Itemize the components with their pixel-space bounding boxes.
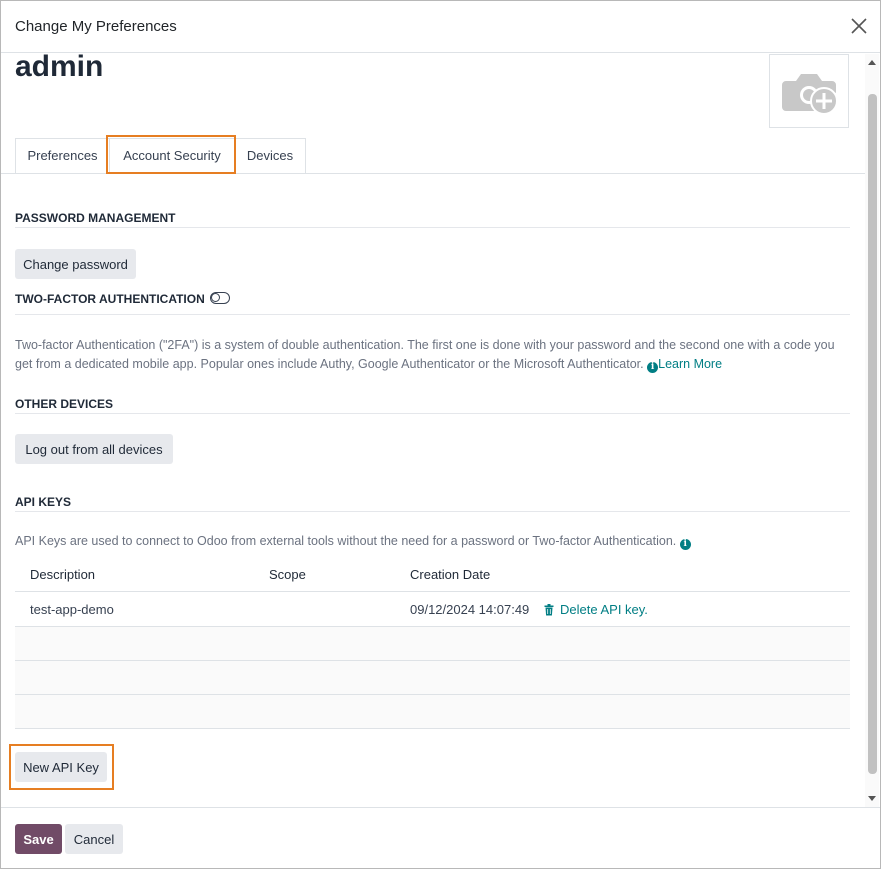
dialog-footer: Save Cancel bbox=[1, 807, 880, 868]
column-header-scope: Scope bbox=[254, 557, 395, 592]
table-row bbox=[15, 660, 850, 695]
dialog-body: admin Preferences Account Security Devic… bbox=[1, 54, 880, 807]
api-key-description: test-app-demo bbox=[15, 591, 254, 627]
user-name: admin bbox=[15, 54, 104, 83]
other-devices-title: OTHER DEVICES bbox=[15, 397, 114, 411]
api-key-actions: Delete API key. bbox=[534, 591, 850, 627]
tab-devices[interactable]: Devices bbox=[234, 138, 306, 173]
column-header-creation-date: Creation Date bbox=[395, 557, 534, 592]
save-button[interactable]: Save bbox=[15, 824, 62, 854]
section-divider bbox=[15, 227, 850, 228]
info-icon: i bbox=[647, 362, 659, 373]
delete-api-key-link[interactable]: Delete API key. bbox=[544, 602, 648, 617]
scroll-up-arrow-icon[interactable] bbox=[868, 60, 876, 65]
table-row bbox=[15, 694, 850, 729]
dialog-header: Change My Preferences bbox=[1, 1, 880, 53]
two-factor-title: TWO-FACTOR AUTHENTICATION bbox=[15, 292, 205, 306]
learn-more-link[interactable]: i Learn More bbox=[647, 357, 723, 373]
vertical-scrollbar[interactable] bbox=[865, 54, 879, 807]
section-divider bbox=[15, 314, 850, 315]
api-keys-description: API Keys are used to connect to Odoo fro… bbox=[15, 532, 850, 551]
trash-icon bbox=[544, 603, 554, 615]
column-header-description: Description bbox=[15, 557, 254, 592]
dialog-title: Change My Preferences bbox=[15, 18, 177, 35]
new-api-key-button[interactable]: New API Key bbox=[15, 752, 107, 782]
preferences-dialog: Change My Preferences admin Preferences … bbox=[0, 0, 881, 869]
camera-plus-icon bbox=[782, 74, 838, 115]
close-icon[interactable] bbox=[850, 17, 868, 35]
two-factor-toggle[interactable] bbox=[210, 292, 230, 304]
api-key-creation-date: 09/12/2024 14:07:49 bbox=[395, 591, 534, 627]
column-header-actions bbox=[534, 557, 850, 592]
toggle-knob bbox=[210, 292, 220, 302]
section-divider bbox=[15, 511, 850, 512]
avatar-upload[interactable] bbox=[769, 54, 849, 128]
learn-more-label: Learn More bbox=[658, 357, 723, 371]
two-factor-description: Two-factor Authentication ("2FA") is a s… bbox=[15, 336, 850, 374]
api-key-scope bbox=[254, 591, 395, 627]
scroll-thumb[interactable] bbox=[868, 94, 877, 774]
cancel-button[interactable]: Cancel bbox=[65, 824, 123, 854]
change-password-button[interactable]: Change password bbox=[15, 249, 136, 279]
info-icon[interactable]: i bbox=[679, 539, 691, 550]
delete-api-key-label: Delete API key. bbox=[560, 601, 648, 617]
scroll-down-arrow-icon[interactable] bbox=[868, 796, 876, 801]
password-management-title: PASSWORD MANAGEMENT bbox=[15, 211, 176, 225]
table-header-row: Description Scope Creation Date bbox=[15, 557, 850, 592]
logout-all-devices-button[interactable]: Log out from all devices bbox=[15, 434, 173, 464]
table-row bbox=[15, 626, 850, 661]
api-keys-title: API KEYS bbox=[15, 495, 72, 509]
table-row: test-app-demo 09/12/2024 14:07:49 Delete… bbox=[15, 591, 850, 627]
tab-preferences[interactable]: Preferences bbox=[15, 138, 110, 173]
tab-account-security[interactable]: Account Security bbox=[109, 138, 235, 174]
section-divider bbox=[15, 413, 850, 414]
api-keys-table: Description Scope Creation Date test-app… bbox=[15, 557, 850, 729]
api-keys-description-text: API Keys are used to connect to Odoo fro… bbox=[15, 534, 677, 548]
